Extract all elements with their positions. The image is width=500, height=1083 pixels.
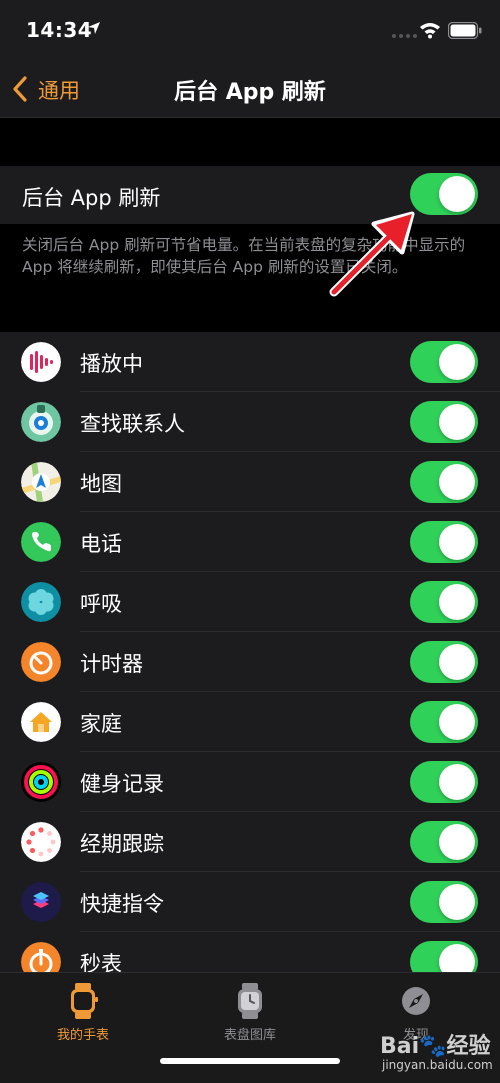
- list-item: 家庭: [0, 692, 500, 752]
- list-item: 地图: [0, 452, 500, 512]
- location-arrow-icon: [88, 22, 100, 34]
- app-toggle-switch[interactable]: [410, 701, 478, 743]
- app-label: 地图: [80, 472, 122, 496]
- list-item: 电话: [0, 512, 500, 572]
- app-label: 播放中: [80, 352, 143, 376]
- watermark-logo: Bai🐾经验: [380, 1034, 491, 1059]
- app-label: 健身记录: [80, 772, 164, 796]
- shortcuts-icon: [21, 882, 61, 922]
- status-time: 14:34: [26, 18, 93, 42]
- maps-icon: [21, 462, 61, 502]
- list-item: 播放中: [0, 332, 500, 392]
- signal-dots-icon: [392, 34, 417, 38]
- app-label: 计时器: [80, 652, 143, 676]
- app-label: 快捷指令: [80, 892, 164, 916]
- master-toggle-switch[interactable]: [410, 173, 478, 215]
- section-spacer: [0, 118, 500, 166]
- app-toggle-switch[interactable]: [410, 581, 478, 623]
- list-item: 经期跟踪: [0, 812, 500, 872]
- list-item: 查找联系人: [0, 392, 500, 452]
- tab-label: 表盘图库: [223, 1028, 276, 1043]
- app-label: 家庭: [80, 712, 122, 736]
- battery-icon: [448, 22, 482, 39]
- app-toggle-switch[interactable]: [410, 761, 478, 803]
- watermark: Bai🐾经验 jingyan.baidu.com: [380, 1028, 495, 1078]
- app-toggle-switch[interactable]: [410, 401, 478, 443]
- app-toggle-switch[interactable]: [410, 341, 478, 383]
- app-label: 电话: [80, 532, 122, 556]
- phone-icon: [21, 522, 61, 562]
- status-bar: 14:34: [0, 0, 500, 62]
- master-toggle-label: 后台 App 刷新: [22, 186, 161, 210]
- app-toggle-switch[interactable]: [410, 821, 478, 863]
- app-toggle-switch[interactable]: [410, 521, 478, 563]
- list-item: 快捷指令: [0, 872, 500, 932]
- watch-icon: [71, 983, 98, 1019]
- cycle-tracking-icon: [21, 822, 61, 862]
- app-label: 经期跟踪: [80, 832, 164, 856]
- breathe-icon: [21, 582, 61, 622]
- watch-face-icon: [238, 983, 262, 1019]
- page-title: 后台 App 刷新: [174, 80, 326, 105]
- list-item: 计时器: [0, 632, 500, 692]
- compass-icon: [402, 987, 430, 1015]
- app-toggle-switch[interactable]: [410, 641, 478, 683]
- home-icon: [21, 702, 61, 742]
- list-item: 呼吸: [0, 572, 500, 632]
- now-playing-icon: [21, 342, 61, 382]
- app-label: 呼吸: [80, 592, 122, 616]
- app-toggle-switch[interactable]: [410, 881, 478, 923]
- find-people-icon: [21, 402, 61, 442]
- section-footer-note: 关闭后台 App 刷新可节省电量。在当前表盘的复杂功能中显示的 App 将继续刷…: [0, 224, 500, 332]
- master-toggle-row: 后台 App 刷新: [0, 166, 500, 224]
- app-label: 查找联系人: [80, 412, 185, 436]
- watermark-url: jingyan.baidu.com: [382, 1058, 493, 1072]
- app-toggle-switch[interactable]: [410, 461, 478, 503]
- list-item: 健身记录: [0, 752, 500, 812]
- app-list: 播放中 查找联系人 地图 电话 呼吸 计时器 家庭 健身记录 经期跟踪 快捷指令…: [0, 332, 500, 992]
- wifi-icon: [420, 23, 440, 39]
- tab-label: 我的手表: [56, 1028, 109, 1043]
- tab-my-watch[interactable]: 我的手表: [13, 981, 153, 1043]
- timer-icon: [21, 642, 61, 682]
- activity-icon: [21, 762, 61, 802]
- home-indicator[interactable]: [160, 1058, 340, 1064]
- tab-watch-faces[interactable]: 表盘图库: [180, 981, 320, 1043]
- nav-bar: 通用 后台 App 刷新: [0, 62, 500, 118]
